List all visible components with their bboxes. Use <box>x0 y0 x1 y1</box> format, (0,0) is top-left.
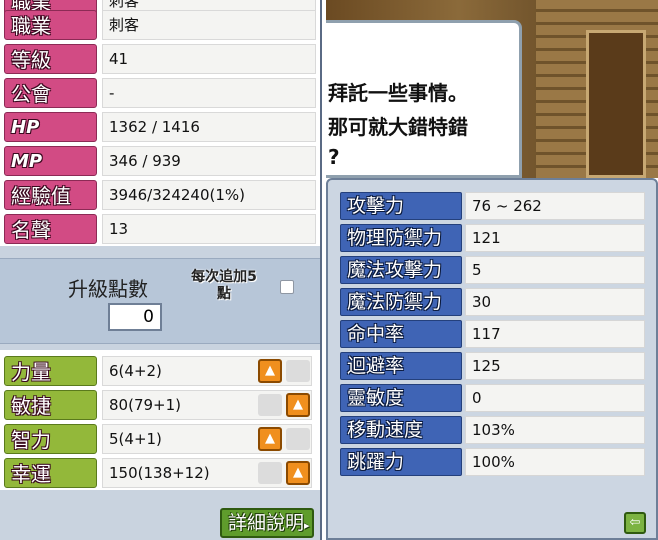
detail-stats-window: 攻擊力 76 ~ 262 物理防禦力 121 魔法攻擊力 5 魔法防禦力 30 … <box>326 178 658 540</box>
detail-label-attack: 攻擊力 <box>340 192 462 220</box>
detail-button[interactable]: 詳細說明▸ <box>220 508 314 538</box>
detail-label-avoidability: 迴避率 <box>340 352 462 380</box>
up-arrow-icon: ▲ <box>265 363 275 378</box>
npc-dialog-box[interactable]: 拜託一些事情。 那可就大錯特錯 ? <box>326 20 522 178</box>
luk-up-button[interactable]: ▲ <box>286 461 310 485</box>
stat-label-level: 等級 <box>4 44 97 74</box>
detail-label-weapon-defense: 物理防禦力 <box>340 224 462 252</box>
npc-dialog-line: 拜託一些事情。 <box>328 81 468 105</box>
str-empty-slot <box>286 360 310 382</box>
stat-label-hp: HP <box>4 112 97 142</box>
detail-value-speed: 103% <box>465 416 645 444</box>
stat-value-job: 刺客 <box>102 10 316 40</box>
scene-doorway <box>586 30 646 178</box>
dex-empty-slot <box>258 394 282 416</box>
str-up-button[interactable]: ▲ <box>258 359 282 383</box>
detail-value-jump: 100% <box>465 448 645 476</box>
up-arrow-icon: ▲ <box>265 431 275 446</box>
detail-value-weapon-defense: 121 <box>465 224 645 252</box>
stat-value-mp: 346 / 939 <box>102 146 316 176</box>
detail-label-magic-defense: 魔法防禦力 <box>340 288 462 316</box>
detail-button-label: 詳細說明 <box>228 512 305 534</box>
attribute-label-str: 力量 <box>4 356 97 386</box>
chevron-right-icon: ▸ <box>304 519 310 532</box>
luk-empty-slot <box>258 462 282 484</box>
npc-dialog-line: ? <box>328 145 340 169</box>
stat-value-level: 41 <box>102 44 316 74</box>
character-stats-window: 職業 刺客 職業 刺客 等級 41 公會 - HP 1362 / 1416 MP… <box>0 0 322 540</box>
detail-label-accuracy: 命中率 <box>340 320 462 348</box>
detail-value-avoidability: 125 <box>465 352 645 380</box>
auto-assign-label: 每次追加5 點 <box>191 269 257 302</box>
attribute-section: 力量 6(4+2) ▲ 敏捷 80(79+1) ▲ 智力 5(4+1) ▲ 幸運… <box>0 350 320 490</box>
up-arrow-icon: ▲ <box>293 397 303 412</box>
detail-label-magic-attack: 魔法攻擊力 <box>340 256 462 284</box>
dex-up-button[interactable]: ▲ <box>286 393 310 417</box>
detail-value-hands: 0 <box>465 384 645 412</box>
basic-info-section: 職業 刺客 職業 刺客 等級 41 公會 - HP 1362 / 1416 MP… <box>0 0 320 246</box>
detail-label-hands: 靈敏度 <box>340 384 462 412</box>
int-up-button[interactable]: ▲ <box>258 427 282 451</box>
int-empty-slot <box>286 428 310 450</box>
back-button[interactable]: ⇦ <box>624 512 646 534</box>
ability-points-label: 升級點數 <box>68 277 148 301</box>
ability-points-value: 0 <box>108 303 162 331</box>
detail-value-attack: 76 ~ 262 <box>465 192 645 220</box>
stat-value-hp: 1362 / 1416 <box>102 112 316 142</box>
detail-value-magic-attack: 5 <box>465 256 645 284</box>
detail-label-speed: 移動速度 <box>340 416 462 444</box>
attribute-label-dex: 敏捷 <box>4 390 97 420</box>
stat-label-fame: 名聲 <box>4 214 97 244</box>
detail-label-jump: 跳躍力 <box>340 448 462 476</box>
stat-value-exp: 3946/324240(1%) <box>102 180 316 210</box>
stat-value-fame: 13 <box>102 214 316 244</box>
stat-label-exp: 經驗值 <box>4 180 97 210</box>
npc-dialog-line: 那可就大錯特錯 <box>328 115 468 139</box>
stat-label-job: 職業 <box>4 10 97 40</box>
stat-label-mp: MP <box>4 146 97 176</box>
back-arrow-icon: ⇦ <box>629 515 641 530</box>
detail-value-accuracy: 117 <box>465 320 645 348</box>
detail-value-magic-defense: 30 <box>465 288 645 316</box>
attribute-label-luk: 幸運 <box>4 458 97 488</box>
up-arrow-icon: ▲ <box>293 465 303 480</box>
attribute-label-int: 智力 <box>4 424 97 454</box>
auto-assign-checkbox[interactable] <box>280 280 294 294</box>
stat-label-guild: 公會 <box>4 78 97 108</box>
ability-points-section: 升級點數 0 每次追加5 點 <box>0 258 320 344</box>
stat-value-guild: - <box>102 78 316 108</box>
